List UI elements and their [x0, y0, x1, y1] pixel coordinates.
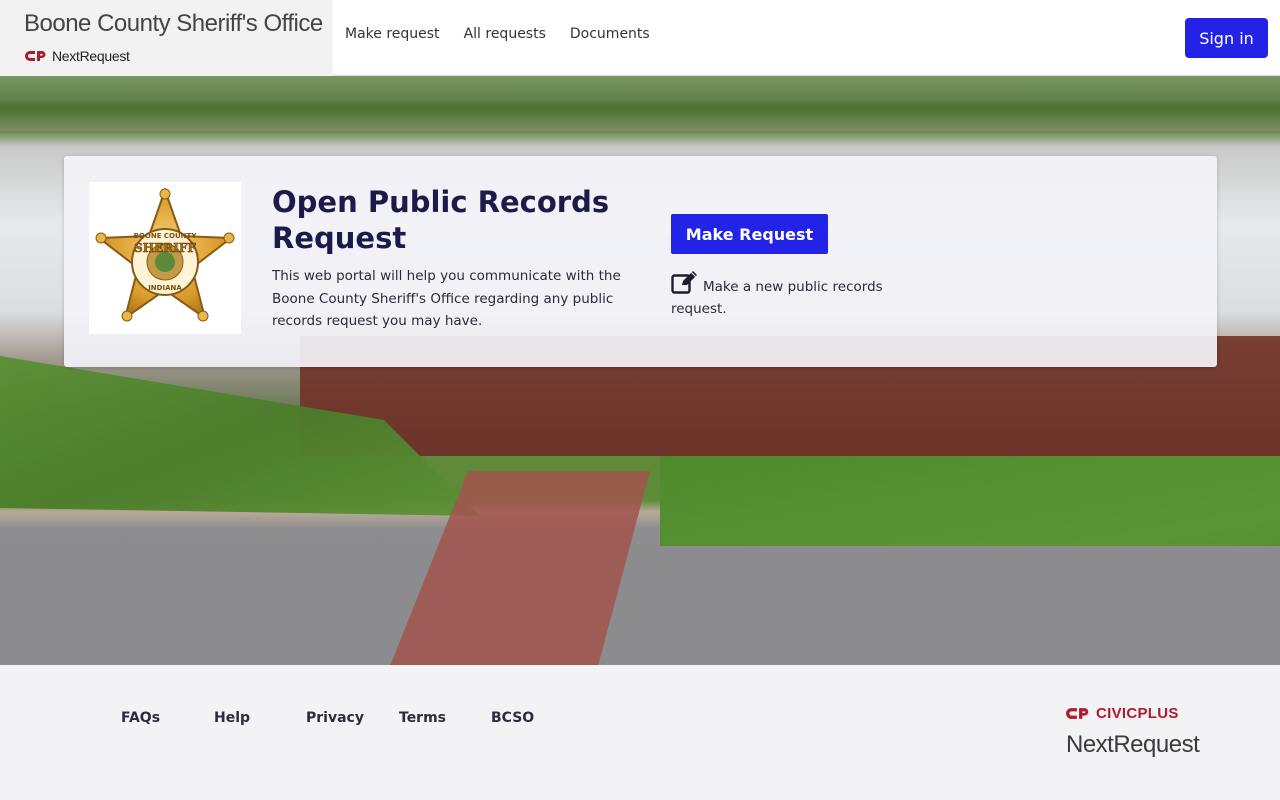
- footer-link-bcso[interactable]: BCSO: [491, 710, 534, 726]
- svg-text:INDIANA: INDIANA: [148, 284, 182, 292]
- page-title: Open Public Records Request: [272, 185, 610, 255]
- org-name[interactable]: Boone County Sheriff's Office: [24, 10, 323, 38]
- brand-block[interactable]: Boone County Sheriff's Office NextReques…: [0, 0, 333, 76]
- site-header: Boone County Sheriff's Office NextReques…: [0, 0, 1280, 76]
- make-request-note: Make a new public records request.: [671, 270, 901, 320]
- footer-link-help[interactable]: Help: [214, 710, 250, 726]
- civicplus-logo[interactable]: CIVICPLUS: [1066, 705, 1179, 722]
- intro-description: This web portal will help you communicat…: [272, 268, 621, 329]
- footer-link-terms[interactable]: Terms: [399, 710, 446, 726]
- main-nav: Make request All requests Documents: [345, 26, 650, 42]
- footer-product-name: NextRequest: [1066, 731, 1200, 758]
- make-request-button[interactable]: Make Request: [671, 214, 828, 254]
- footer-link-privacy[interactable]: Privacy: [306, 710, 364, 726]
- product-name: NextRequest: [52, 48, 130, 64]
- nextrequest-logo: NextRequest: [25, 48, 130, 64]
- civicplus-wordmark: CIVICPLUS: [1096, 705, 1179, 722]
- sheriff-star-icon: BOONE COUNTY SHERIFF INDIANA: [95, 186, 235, 322]
- hero-section: BOONE COUNTY SHERIFF INDIANA Open Public…: [0, 76, 1280, 665]
- svg-text:BOONE COUNTY: BOONE COUNTY: [134, 232, 198, 240]
- nav-make-request[interactable]: Make request: [345, 26, 440, 42]
- svg-text:SHERIFF: SHERIFF: [134, 241, 196, 255]
- civicplus-mark-icon: [1066, 708, 1089, 719]
- intro-card: BOONE COUNTY SHERIFF INDIANA Open Public…: [64, 156, 1217, 367]
- site-footer: FAQs Help Privacy Terms BCSO CIVICPLUS N…: [0, 665, 1280, 800]
- sign-in-button[interactable]: Sign in: [1185, 18, 1268, 58]
- sheriff-badge-logo: BOONE COUNTY SHERIFF INDIANA: [89, 182, 241, 334]
- nav-documents[interactable]: Documents: [570, 26, 650, 42]
- make-request-note-text: Make a new public records request.: [671, 279, 883, 317]
- edit-icon: [671, 271, 697, 294]
- civicplus-mark-icon: [25, 51, 46, 61]
- footer-link-faqs[interactable]: FAQs: [121, 710, 160, 726]
- nav-all-requests[interactable]: All requests: [464, 26, 546, 42]
